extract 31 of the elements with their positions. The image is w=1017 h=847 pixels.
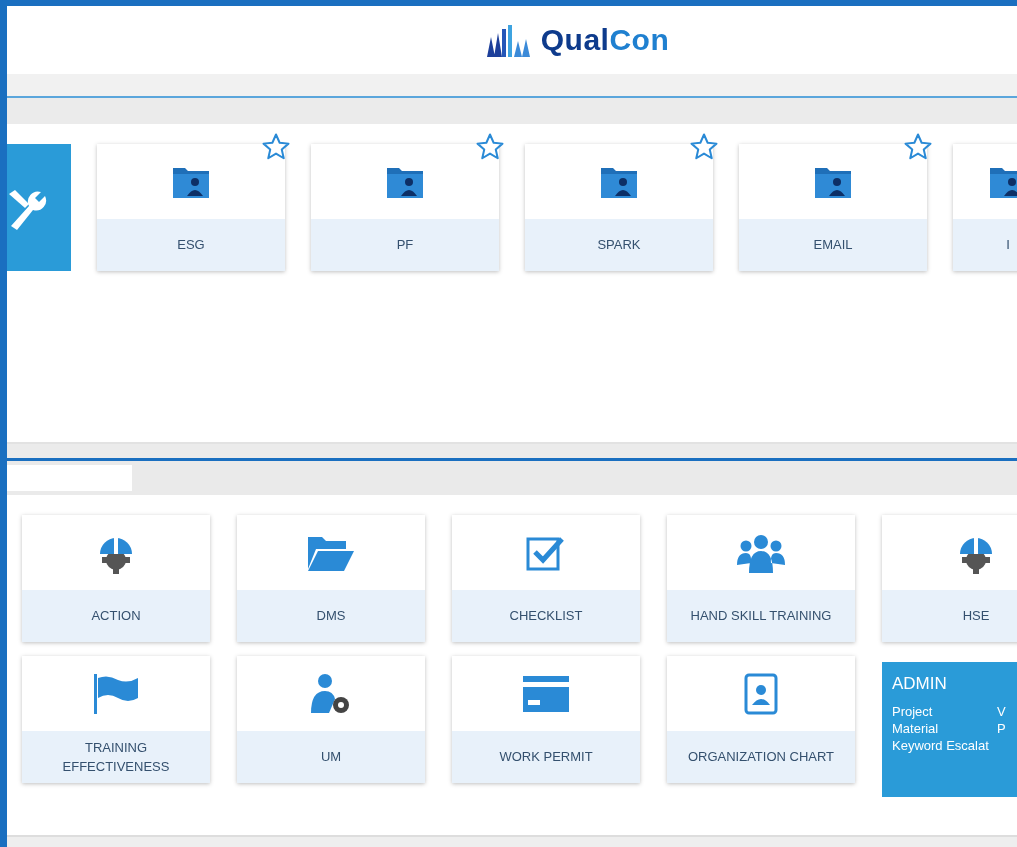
favorite-card[interactable]: EMAIL [739, 144, 927, 271]
favorite-card[interactable]: ESG [97, 144, 285, 271]
favorite-card[interactable]: SPARK [525, 144, 713, 271]
user-folder-icon [601, 165, 637, 198]
star-icon[interactable] [475, 132, 505, 162]
module-card[interactable]: DMS [237, 515, 425, 642]
module-card[interactable]: ORGANIZATION CHART [667, 656, 855, 783]
star-icon[interactable] [689, 132, 719, 162]
flag-icon [92, 673, 140, 714]
credit-card-icon [523, 675, 569, 712]
user-folder-icon [815, 165, 851, 198]
id-badge-icon [744, 672, 778, 715]
module-card[interactable]: ACTION [22, 515, 210, 642]
admin-title: ADMIN [892, 674, 948, 694]
favorite-card[interactable]: I [953, 144, 1017, 271]
tools-tile[interactable] [7, 144, 71, 271]
favorite-card[interactable]: PF [311, 144, 499, 271]
folder-icon [308, 534, 354, 571]
user-folder-icon [990, 165, 1017, 198]
module-card[interactable]: CHECKLIST [452, 515, 640, 642]
star-icon[interactable] [903, 132, 933, 162]
module-card[interactable]: HSE [882, 515, 1017, 642]
module-card[interactable]: HAND SKILL TRAINING [667, 515, 855, 642]
module-card[interactable]: UM [237, 656, 425, 783]
star-icon[interactable] [261, 132, 291, 162]
logo-text: QualCon [540, 23, 670, 57]
user-folder-icon [173, 165, 209, 198]
user-folder-icon [387, 165, 423, 198]
module-card[interactable]: TRAINING EFFECTIVENESS [22, 656, 210, 783]
module-card[interactable]: WORK PERMIT [452, 656, 640, 783]
people-group-icon [736, 532, 786, 573]
